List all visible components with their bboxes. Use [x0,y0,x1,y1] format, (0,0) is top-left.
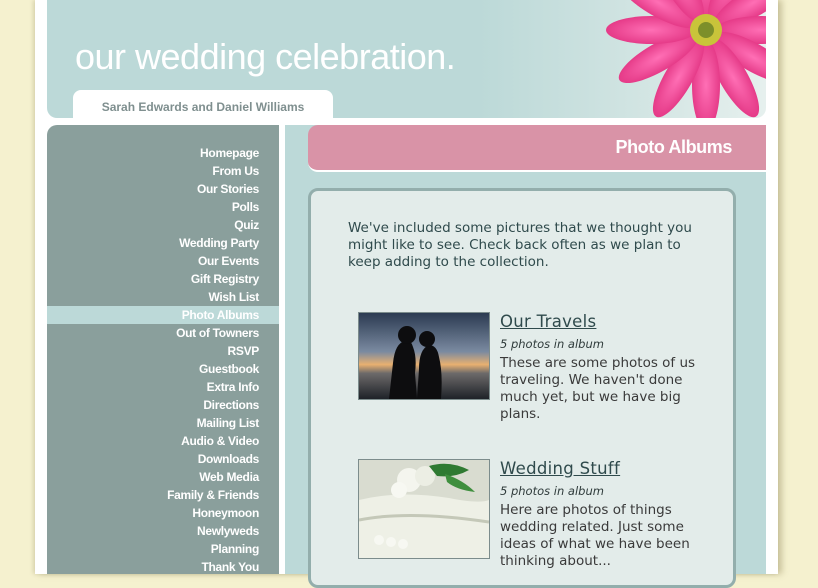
sidebar-item-our-stories[interactable]: Our Stories [47,180,279,198]
sidebar-item-out-of-towners[interactable]: Out of Towners [47,324,279,342]
sidebar-item-directions[interactable]: Directions [47,396,279,414]
pink-flower-image [606,0,766,118]
intro-text: We've included some pictures that we tho… [348,220,692,270]
sidebar-item-homepage[interactable]: Homepage [47,144,279,162]
sidebar-item-extra-info[interactable]: Extra Info [47,378,279,396]
sidebar-item-polls[interactable]: Polls [47,198,279,216]
sidebar-item-thank-you[interactable]: Thank You [47,558,279,576]
content-panel: We've included some pictures that we tho… [308,188,736,588]
section-header-bar: Photo Albums [308,125,766,172]
album-info: Wedding Stuff 5 photos in album Here are… [500,459,700,570]
page-container: our wedding celebration. Sarah Edwards a… [35,0,778,588]
sidebar-item-honeymoon[interactable]: Honeymoon [47,504,279,522]
sidebar-item-our-events[interactable]: Our Events [47,252,279,270]
sidebar-item-wish-list[interactable]: Wish List [47,288,279,306]
sidebar-item-mailing-list[interactable]: Mailing List [47,414,279,432]
sidebar-item-photo-albums[interactable]: Photo Albums [47,306,279,324]
section-title: Photo Albums [615,137,732,157]
sidebar-item-family-friends[interactable]: Family & Friends [47,486,279,504]
album-info: Our Travels 5 photos in album These are … [500,312,700,423]
album-thumbnail-travels[interactable] [358,312,490,400]
sunset-couple-image [359,313,489,399]
sidebar-item-from-us[interactable]: From Us [47,162,279,180]
sidebar-item-guestbook[interactable]: Guestbook [47,360,279,378]
sidebar-nav: Homepage From Us Our Stories Polls Quiz … [47,125,279,574]
couple-names-tab: Sarah Edwards and Daniel Williams [73,90,333,118]
sidebar-item-wedding-party[interactable]: Wedding Party [47,234,279,252]
sidebar-item-web-media[interactable]: Web Media [47,468,279,486]
sidebar-item-gift-registry[interactable]: Gift Registry [47,270,279,288]
album-description: Here are photos of things wedding relate… [500,502,690,569]
sidebar-item-rsvp[interactable]: RSVP [47,342,279,360]
album-thumbnail-wedding-stuff[interactable] [358,459,490,559]
sidebar-item-newlyweds[interactable]: Newlyweds [47,522,279,540]
sidebar-item-planning[interactable]: Planning [47,540,279,558]
album-description: These are some photos of us traveling. W… [500,355,696,422]
site-header: our wedding celebration. Sarah Edwards a… [47,0,766,118]
album-title-link[interactable]: Wedding Stuff [500,459,620,478]
sidebar-item-downloads[interactable]: Downloads [47,450,279,468]
sidebar-item-audio-video[interactable]: Audio & Video [47,432,279,450]
wedding-cake-image [359,460,489,558]
site-title: our wedding celebration. [75,36,456,77]
album-title-link[interactable]: Our Travels [500,312,596,331]
album-photo-count: 5 photos in album [500,337,604,351]
sidebar-item-quiz[interactable]: Quiz [47,216,279,234]
album-photo-count: 5 photos in album [500,484,604,498]
